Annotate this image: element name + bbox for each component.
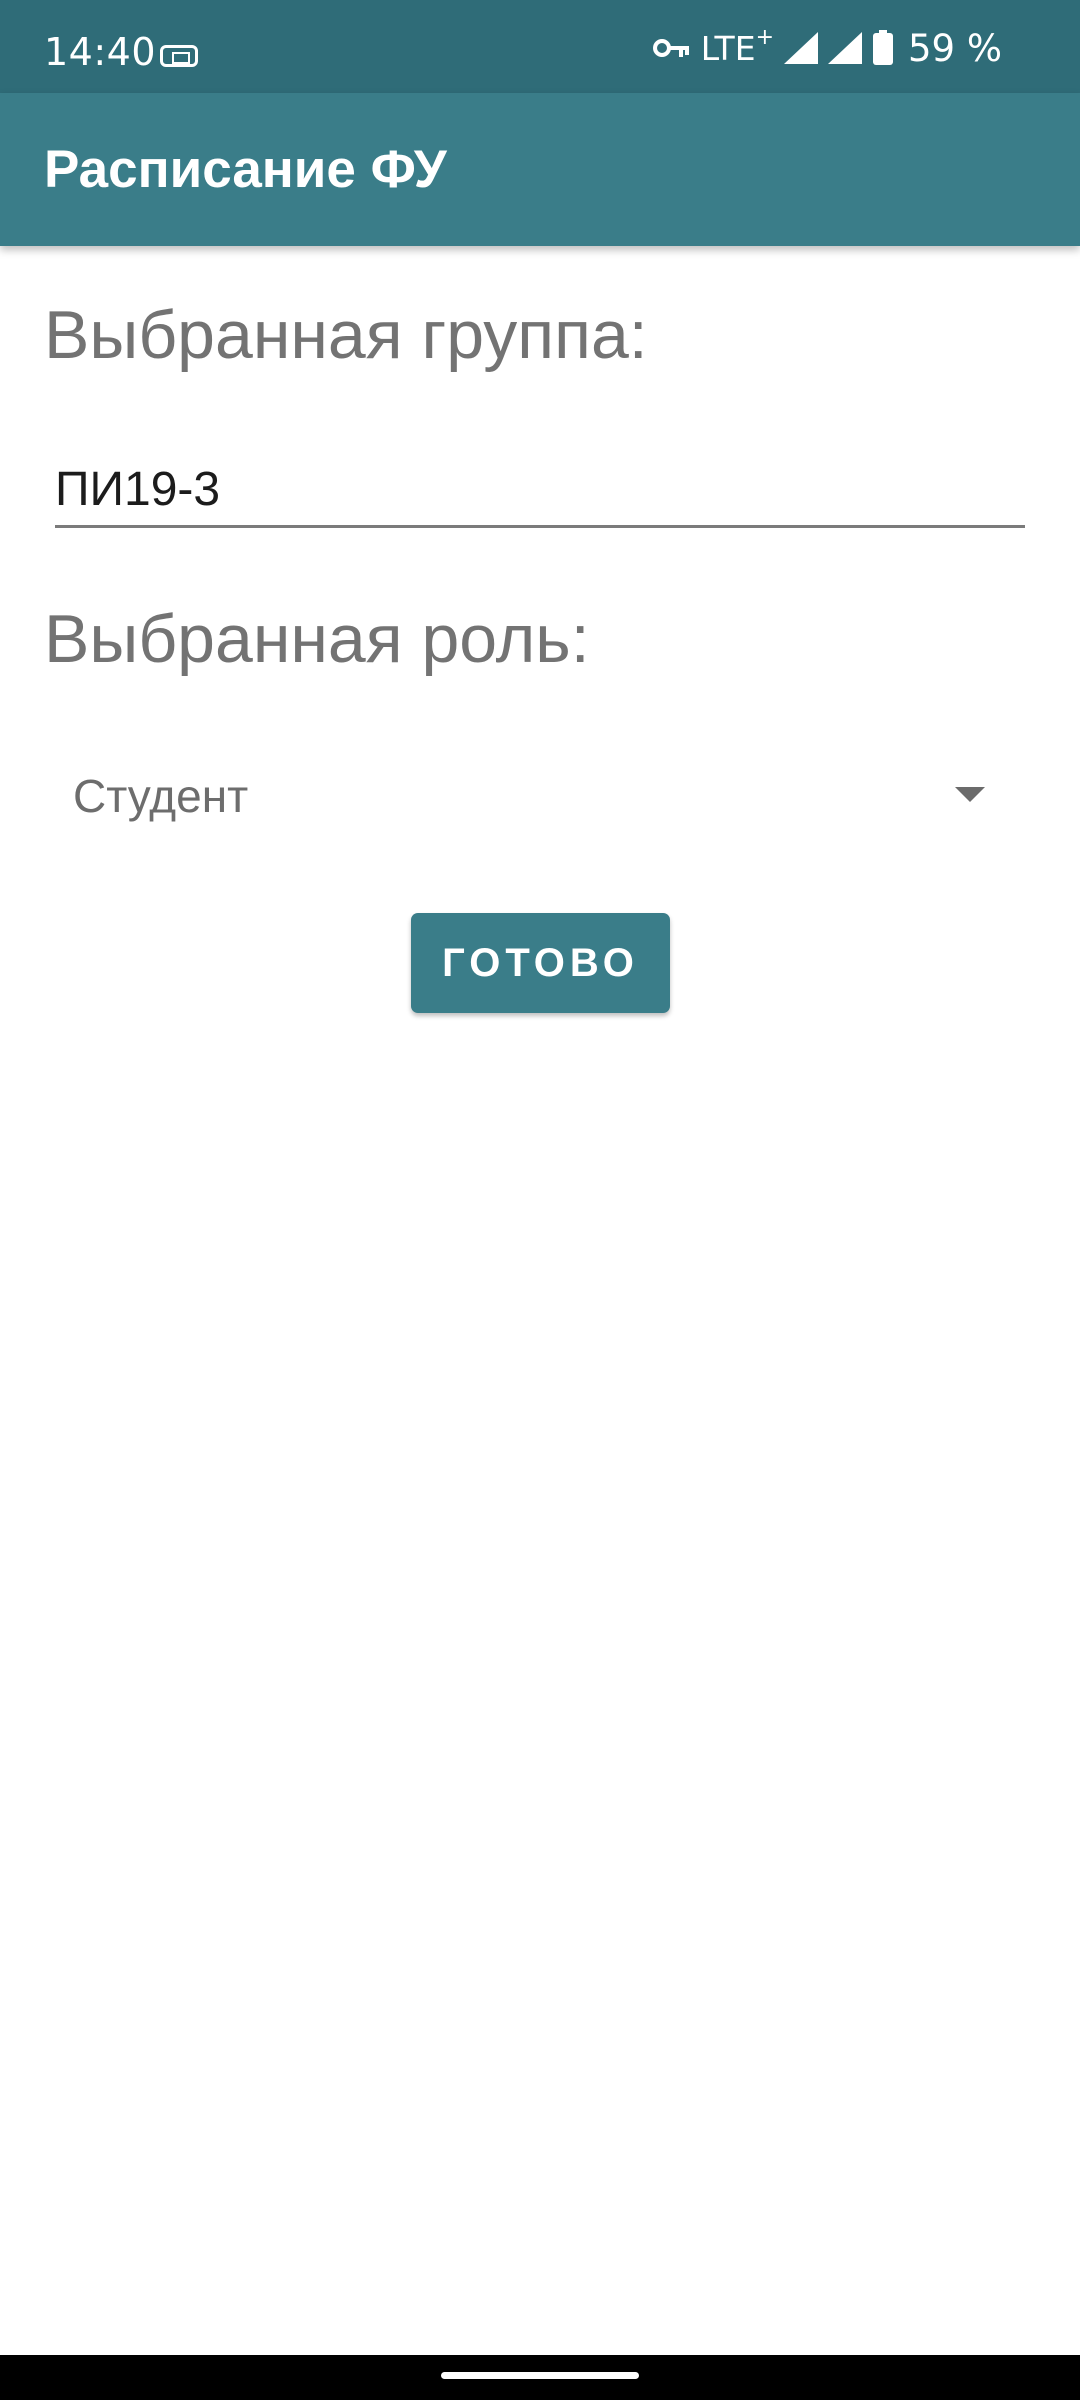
role-dropdown-value: Студент [73,770,249,822]
group-input-value: ПИ19-3 [55,463,221,516]
battery-icon [872,30,894,66]
sim-icon [160,45,198,67]
app-bar: Расписание ФУ [0,93,1080,246]
status-time: 14:40 [44,30,157,74]
navigation-bar [0,2355,1080,2400]
role-label: Выбранная роль: [44,601,590,677]
status-icons: LTE+ 59 % [652,24,1002,70]
signal-icon [828,32,862,64]
network-type: LTE+ [700,24,774,68]
battery-percent: 59 % [908,26,1002,70]
home-gesture-handle[interactable] [441,2372,639,2379]
signal-icon [784,32,818,64]
dropdown-arrow-icon [955,787,985,802]
done-button[interactable]: ГОТОВО [411,913,670,1013]
group-label: Выбранная группа: [44,297,648,373]
role-dropdown[interactable]: Студент [55,745,1025,845]
group-input[interactable]: ПИ19-3 [55,452,1025,528]
status-bar: 14:40 LTE+ 59 % [0,0,1080,93]
app-title: Расписание ФУ [44,140,447,199]
vpn-key-icon [652,36,691,60]
